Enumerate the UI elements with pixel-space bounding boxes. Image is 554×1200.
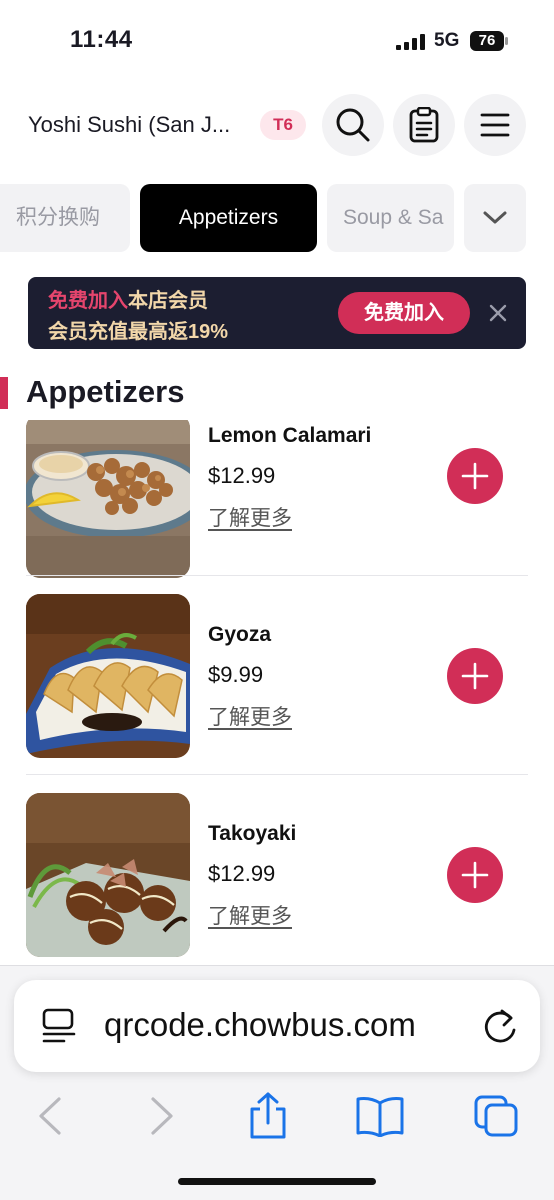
add-to-cart-button[interactable] bbox=[447, 448, 503, 504]
plus-icon bbox=[461, 861, 489, 889]
back-icon bbox=[39, 1097, 61, 1135]
item-divider bbox=[26, 575, 528, 576]
menu-item-name: Gyoza bbox=[208, 623, 272, 646]
fried-calamari-photo[interactable] bbox=[26, 420, 190, 578]
bookmarks-button[interactable] bbox=[350, 1086, 410, 1146]
membership-banner: 免费加入本店会员 会员充值最高返19% 免费加入 bbox=[28, 277, 526, 349]
banner-line-1-rest: 本店会员 bbox=[128, 290, 208, 312]
gyoza-photo[interactable] bbox=[26, 594, 190, 758]
home-indicator bbox=[178, 1178, 376, 1185]
banner-line-1: 免费加入本店会员 bbox=[48, 284, 208, 313]
store-name[interactable]: Yoshi Sushi (San J... bbox=[28, 112, 246, 138]
menu-item-name: Lemon Calamari bbox=[208, 424, 372, 447]
banner-line-2: 会员充值最高返19% bbox=[48, 321, 229, 343]
plus-icon bbox=[461, 462, 489, 490]
order-list-button[interactable] bbox=[393, 94, 455, 156]
cellular-signal-icon bbox=[396, 34, 425, 50]
section-title: Appetizers bbox=[26, 374, 185, 409]
address-bar[interactable]: qrcode.chowbus.com bbox=[14, 980, 540, 1072]
plus-icon bbox=[461, 662, 489, 690]
url-text[interactable]: qrcode.chowbus.com bbox=[104, 1006, 479, 1044]
tab-appetizers[interactable]: Appetizers bbox=[140, 184, 317, 252]
learn-more-link[interactable]: 了解更多 bbox=[208, 502, 292, 532]
menu-item-price: $12.99 bbox=[208, 463, 276, 488]
order-list-icon bbox=[409, 107, 439, 143]
category-expand-button[interactable] bbox=[464, 184, 526, 252]
battery-icon: 76 bbox=[470, 31, 508, 51]
join-free-button[interactable]: 免费加入 bbox=[338, 292, 470, 334]
banner-highlight: 免费加入 bbox=[48, 290, 128, 312]
search-icon bbox=[336, 108, 370, 142]
share-button[interactable] bbox=[238, 1086, 298, 1146]
tab-soup-salad[interactable]: Soup & Sa bbox=[327, 184, 454, 252]
table-number-badge: T6 bbox=[260, 110, 306, 140]
takoyaki-photo[interactable] bbox=[26, 793, 190, 957]
menu-item[interactable]: Gyoza $9.99 了解更多 bbox=[0, 594, 554, 793]
battery-level: 76 bbox=[478, 32, 496, 49]
search-button[interactable] bbox=[322, 94, 384, 156]
restaurant-header: Yoshi Sushi (San J... T6 bbox=[0, 92, 554, 158]
bookmarks-icon bbox=[356, 1097, 404, 1137]
chevron-down-icon bbox=[483, 211, 507, 224]
add-to-cart-button[interactable] bbox=[447, 648, 503, 704]
browser-chrome: qrcode.chowbus.com bbox=[0, 965, 554, 1200]
menu-icon bbox=[480, 113, 510, 137]
menu-item-price: $12.99 bbox=[208, 861, 276, 886]
menu-item-name: Takoyaki bbox=[208, 822, 297, 845]
add-to-cart-button[interactable] bbox=[447, 847, 503, 903]
reload-icon[interactable] bbox=[480, 1002, 520, 1048]
learn-more-link[interactable]: 了解更多 bbox=[208, 701, 292, 731]
back-button[interactable] bbox=[20, 1086, 80, 1146]
share-icon bbox=[250, 1092, 286, 1139]
learn-more-link[interactable]: 了解更多 bbox=[208, 900, 292, 930]
network-type: 5G bbox=[434, 30, 460, 51]
item-divider bbox=[26, 774, 528, 775]
forward-button[interactable] bbox=[132, 1086, 192, 1146]
forward-icon bbox=[151, 1097, 173, 1135]
menu-item-price: $9.99 bbox=[208, 662, 264, 687]
tabs-button[interactable] bbox=[466, 1086, 526, 1146]
menu-item[interactable]: Lemon Calamari $12.99 了解更多 bbox=[0, 420, 554, 619]
status-bar: 11:44 5G 76 bbox=[0, 0, 554, 80]
tab-points-redemption[interactable]: 积分换购 bbox=[0, 184, 130, 252]
close-icon[interactable] bbox=[486, 301, 510, 325]
status-time: 11:44 bbox=[70, 26, 133, 53]
page-menu-icon[interactable] bbox=[40, 1006, 80, 1046]
menu-item-list: Lemon Calamari $12.99 了解更多 Gyoza $9.99 了… bbox=[0, 420, 554, 965]
menu-item[interactable]: Takoyaki $12.99 了解更多 bbox=[0, 793, 554, 965]
menu-button[interactable] bbox=[464, 94, 526, 156]
section-marker bbox=[0, 377, 8, 409]
tabs-icon bbox=[474, 1095, 518, 1137]
